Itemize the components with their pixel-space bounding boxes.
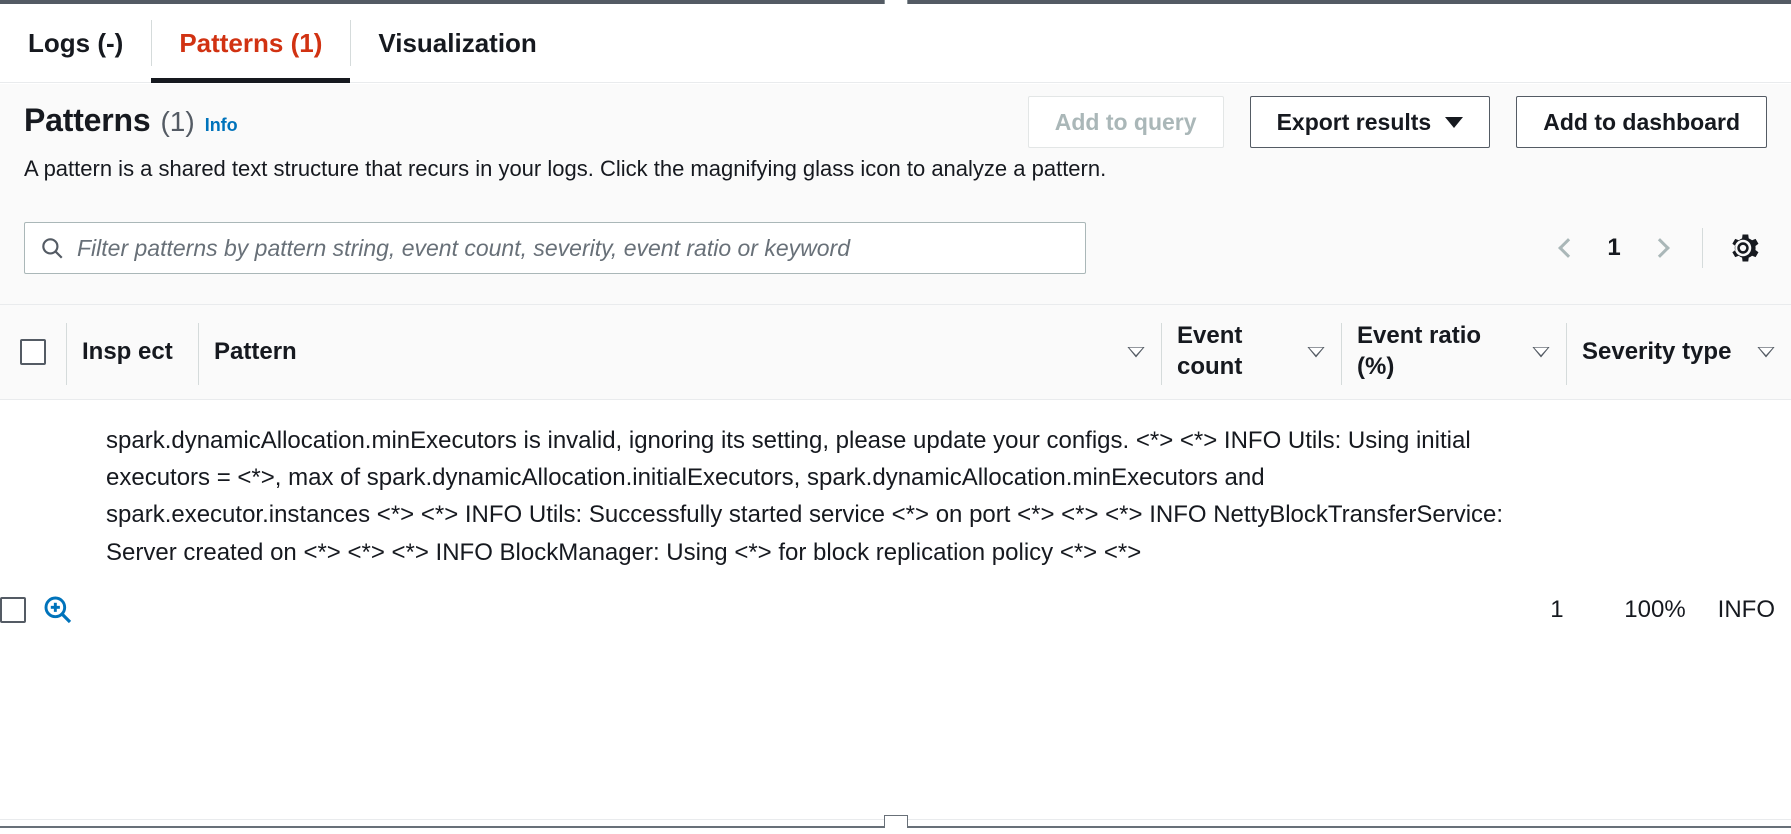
add-to-query-label: Add to query <box>1054 108 1197 135</box>
row-severity-type-cell: INFO <box>1717 595 1775 623</box>
add-to-dashboard-button[interactable]: Add to dashboard <box>1516 96 1767 148</box>
column-header-pattern-label: Pattern <box>214 337 297 365</box>
patterns-panel: Logs (-) Patterns (1) Visualization Patt… <box>0 0 1791 834</box>
add-to-dashboard-label: Add to dashboard <box>1543 108 1740 135</box>
tab-visualization-label: Visualization <box>378 28 537 58</box>
add-to-query-button[interactable]: Add to query <box>1027 96 1224 148</box>
header-actions: Add to query Export results Add to dashb… <box>1027 96 1767 148</box>
column-header-event-count[interactable]: Event count <box>1161 305 1341 399</box>
sort-pattern-icon[interactable] <box>1127 346 1145 358</box>
table-row: spark.dynamicAllocation.minExecutors is … <box>0 400 1791 820</box>
column-header-event-count-label: Event count <box>1177 322 1243 380</box>
select-all-checkbox[interactable] <box>20 339 46 365</box>
gear-icon <box>1732 234 1759 262</box>
column-header-event-ratio[interactable]: Event ratio (%) <box>1341 305 1566 399</box>
export-results-label: Export results <box>1276 108 1432 135</box>
inspect-pattern-icon[interactable] <box>42 594 74 626</box>
chevron-down-icon <box>1445 116 1464 128</box>
bottom-splitter[interactable] <box>0 812 1791 834</box>
page-title: Patterns <box>24 102 151 138</box>
sort-severity-type-icon[interactable] <box>1757 346 1775 358</box>
tab-logs[interactable]: Logs (-) <box>0 4 151 83</box>
column-header-event-ratio-label: Event ratio (%) <box>1357 322 1482 380</box>
panel-header: Patterns (1) Info Add to query Export re… <box>0 84 1791 208</box>
table-preferences-button[interactable] <box>1719 224 1767 272</box>
chevron-right-icon <box>1650 238 1670 258</box>
previous-page-button[interactable] <box>1542 222 1594 274</box>
patterns-table: Insp ect Pattern Event count Event ratio… <box>0 304 1791 820</box>
bottom-splitter-handle[interactable] <box>884 815 908 828</box>
row-inspect-cell <box>26 400 90 819</box>
next-page-button[interactable] <box>1634 222 1686 274</box>
row-event-ratio-cell: 100% <box>1624 595 1686 623</box>
table-header-row: Insp ect Pattern Event count Event ratio… <box>0 304 1791 400</box>
column-header-pattern[interactable]: Pattern <box>198 305 1161 399</box>
select-all-header <box>0 305 66 399</box>
column-header-inspect-label: Insp ect <box>82 337 173 365</box>
row-select-cell <box>0 400 26 819</box>
search-icon <box>39 235 65 261</box>
column-header-severity-type-label: Severity type <box>1582 337 1732 365</box>
row-pattern-cell: spark.dynamicAllocation.minExecutors is … <box>106 427 1504 566</box>
page-number-1[interactable]: 1 <box>1594 222 1634 274</box>
tab-logs-label: Logs (-) <box>28 28 124 58</box>
page-title-count: (1) <box>160 106 195 137</box>
column-header-inspect: Insp ect <box>66 305 198 399</box>
info-link[interactable]: Info <box>205 115 238 136</box>
row-select-checkbox[interactable] <box>0 596 26 623</box>
tab-visualization[interactable]: Visualization <box>350 4 564 83</box>
panel-description: A pattern is a shared text structure tha… <box>24 156 1107 181</box>
row-event-count-cell: 1 <box>1550 595 1564 623</box>
chevron-left-icon <box>1558 238 1578 258</box>
tab-patterns-label: Patterns (1) <box>179 28 323 58</box>
table-body: spark.dynamicAllocation.minExecutors is … <box>0 400 1791 820</box>
table-controls: 1 <box>0 208 1791 304</box>
tab-patterns[interactable]: Patterns (1) <box>151 4 351 83</box>
sort-event-ratio-icon[interactable] <box>1532 346 1550 358</box>
filter-patterns-box[interactable] <box>24 222 1086 274</box>
tab-bar: Logs (-) Patterns (1) Visualization <box>0 4 1791 83</box>
sort-event-count-icon[interactable] <box>1307 346 1325 358</box>
filter-patterns-input[interactable] <box>75 233 1071 263</box>
export-results-button[interactable]: Export results <box>1249 96 1491 148</box>
pagination: 1 <box>1542 222 1767 274</box>
pagination-divider <box>1702 228 1703 268</box>
column-header-severity-type[interactable]: Severity type <box>1566 305 1791 399</box>
